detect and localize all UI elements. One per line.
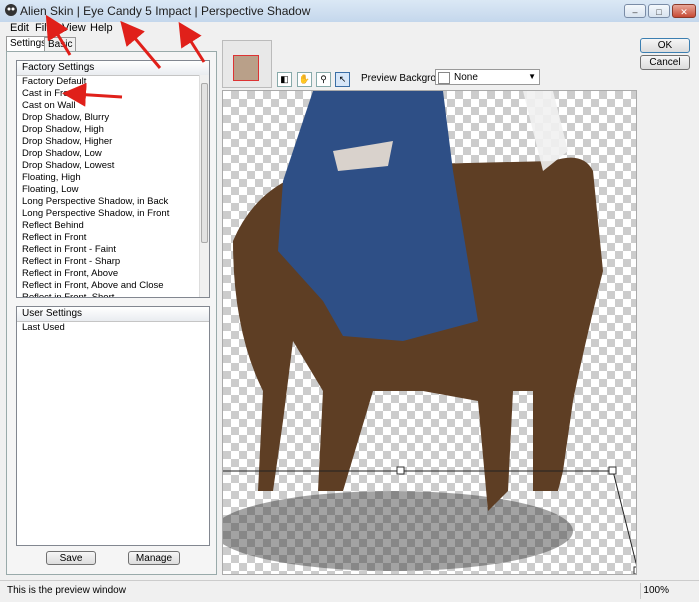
perspective-handle[interactable] (633, 566, 637, 574)
menu-filter[interactable]: Filter (35, 22, 59, 34)
preview-background-select[interactable]: None ▼ (435, 69, 540, 85)
swatch (438, 72, 450, 84)
close-button[interactable]: ✕ (672, 4, 696, 18)
list-item[interactable]: Floating, High (17, 172, 209, 184)
list-item[interactable]: Reflect in Front, Short (17, 292, 209, 297)
list-item[interactable]: Reflect in Front - Sharp (17, 256, 209, 268)
list-item[interactable]: Cast in Front (17, 88, 209, 100)
list-item[interactable]: Reflect Behind (17, 220, 209, 232)
minimize-button[interactable]: – (624, 4, 646, 18)
list-item[interactable]: Long Perspective Shadow, in Back (17, 196, 209, 208)
ok-button[interactable]: OK (640, 38, 690, 53)
menu-help[interactable]: Help (90, 22, 113, 34)
list-item[interactable]: Last Used (17, 322, 209, 334)
list-item[interactable]: Drop Shadow, High (17, 124, 209, 136)
list-item[interactable]: Reflect in Front, Above and Close (17, 280, 209, 292)
factory-items: Factory Default Cast in Front Cast on Wall… (17, 76, 209, 297)
list-item[interactable]: Reflect in Front (17, 232, 209, 244)
zoom-tool-icon[interactable]: ⚲ (316, 72, 331, 87)
status-message: This is the preview window (7, 585, 126, 596)
user-settings-list[interactable]: User Settings Last Used (16, 306, 210, 546)
perspective-shadow (223, 491, 573, 571)
manage-button[interactable]: Manage (128, 551, 180, 565)
list-item[interactable]: Cast on Wall (17, 100, 209, 112)
list-item[interactable]: Drop Shadow, Higher (17, 136, 209, 148)
preview-window[interactable] (222, 90, 637, 575)
divider (640, 583, 641, 599)
chevron-down-icon: ▼ (528, 72, 536, 81)
list-item[interactable]: Floating, Low (17, 184, 209, 196)
pointer-tool-icon[interactable]: ↖ (335, 72, 350, 87)
list-item[interactable]: Drop Shadow, Low (17, 148, 209, 160)
hand-tool-icon[interactable]: ✋ (297, 72, 312, 87)
menu-bar: Edit Filter View Help (0, 22, 699, 36)
settings-panel: Factory Settings Factory Default Cast in … (6, 51, 217, 575)
menu-edit[interactable]: Edit (10, 22, 29, 34)
factory-scrollbar[interactable] (199, 75, 209, 297)
save-button[interactable]: Save (46, 551, 96, 565)
perspective-handle[interactable] (396, 466, 405, 475)
tab-basic[interactable]: Basic (44, 37, 77, 51)
list-item[interactable]: Long Perspective Shadow, in Front (17, 208, 209, 220)
factory-settings-list[interactable]: Factory Settings Factory Default Cast in … (16, 60, 210, 298)
list-item[interactable]: Reflect in Front, Above (17, 268, 209, 280)
list-item[interactable]: Factory Default (17, 76, 209, 88)
list-item[interactable]: Reflect in Front - Faint (17, 244, 209, 256)
list-item[interactable]: Drop Shadow, Lowest (17, 160, 209, 172)
navigator-viewport[interactable] (233, 55, 259, 81)
preview-background-value: None (454, 72, 478, 83)
perspective-handle[interactable] (608, 466, 617, 475)
window-title: Alien Skin | Eye Candy 5 Impact | Perspe… (20, 4, 311, 18)
title-bar: Alien Skin | Eye Candy 5 Impact | Perspe… (0, 0, 699, 23)
cancel-button[interactable]: Cancel (640, 55, 690, 70)
list-item[interactable]: Drop Shadow, Blurry (17, 112, 209, 124)
status-bar: This is the preview window 100% (0, 580, 699, 602)
toggle-preview-icon[interactable]: ◧ (277, 72, 292, 87)
zoom-level: 100% (643, 585, 669, 596)
maximize-button[interactable]: □ (648, 4, 670, 18)
menu-view[interactable]: View (62, 22, 86, 34)
scroll-thumb[interactable] (201, 83, 208, 243)
user-settings-header: User Settings (17, 307, 209, 322)
alien-skin-app-icon (5, 4, 17, 16)
factory-settings-header: Factory Settings (17, 61, 209, 76)
navigator-thumbnail[interactable] (222, 40, 272, 88)
preview-canvas (223, 91, 637, 574)
